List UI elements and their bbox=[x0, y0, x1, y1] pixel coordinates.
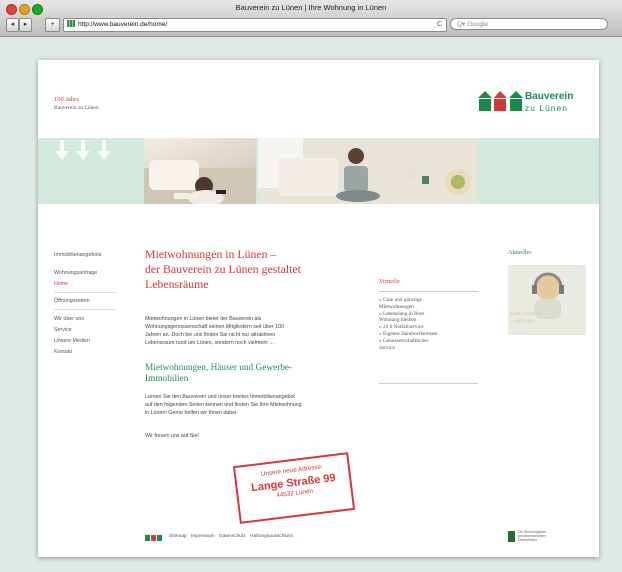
aktuelles-caption: Maß erzählen! » Infospots bbox=[510, 311, 542, 325]
intro-paragraph: Mietwohnungen in Lünen bietet der Bauver… bbox=[145, 315, 360, 347]
hero-image-woman-on-floor bbox=[258, 138, 478, 204]
body-paragraph: Lernen Sie den Bauverein und unser breit… bbox=[145, 393, 360, 417]
favicon-icon bbox=[67, 20, 75, 27]
woman-on-floor-illustration bbox=[258, 138, 478, 204]
cooperative-badge-icon bbox=[508, 531, 515, 542]
sidebar-item-home[interactable]: Home bbox=[54, 281, 68, 287]
down-arrows-icon bbox=[55, 140, 111, 160]
browser-chrome: Bauverein zu Lünen | Ihre Wohnung in Lün… bbox=[0, 0, 622, 37]
body-line: in Lünen! Gerne helfen wir Ihnen dabei. bbox=[145, 410, 238, 416]
logo-subtext: zu Lünen bbox=[525, 103, 568, 113]
footer-logo-icon bbox=[145, 535, 162, 541]
footer-link-datenschutz[interactable]: Datenschutz bbox=[219, 534, 246, 539]
vorteile-title: Vorteile bbox=[379, 278, 400, 285]
forward-arrow-icon: ▸ bbox=[23, 21, 28, 28]
page-title-line: Lebensräume bbox=[145, 277, 209, 291]
man-on-sofa-illustration bbox=[144, 160, 256, 204]
sidebar-item-immobilienangebote[interactable]: Immobilienangebote bbox=[54, 252, 102, 258]
badge-line: Deutschland bbox=[518, 537, 537, 542]
sidebar-item-unsere-medien[interactable]: Unsere Medien bbox=[54, 338, 90, 344]
vorteile-divider bbox=[379, 291, 478, 292]
section-heading-line: Mietwohnungen, Häuser und Gewerbe- bbox=[145, 363, 293, 373]
section-heading: Mietwohnungen, Häuser und Gewerbe- Immob… bbox=[145, 363, 292, 385]
vorteile-list: » Gute und günstige Mietwohnungen » Lebe… bbox=[379, 297, 478, 351]
sidebar-divider bbox=[54, 309, 116, 310]
closing-text: Wir freuen uns auf Sie! bbox=[145, 433, 199, 439]
sidebar-item-wir-ueber-uns[interactable]: Wir über uns bbox=[54, 316, 84, 322]
footer-link-impressum[interactable]: Impressum bbox=[191, 534, 215, 539]
body-line: auf den folgenden Seiten kennen und find… bbox=[145, 402, 302, 408]
intro-line: Wohnungsgenossenschaft seinen Mitglieder… bbox=[145, 324, 284, 330]
sidebar-item-oeffnungszeiten[interactable]: Öffnungszeiten bbox=[54, 298, 90, 304]
intro-line: Jahren an. Doch bei uns finden Sie nicht… bbox=[145, 332, 276, 338]
footer-links: Sitemap Impressum Datenschutz Haftungsau… bbox=[169, 534, 296, 539]
url-text: http://www.bauverein.de/home/ bbox=[78, 21, 168, 28]
vorteile-item[interactable]: » Gute und günstige bbox=[379, 297, 478, 304]
intro-line: Lebensraum rund um Lünen, sondern noch v… bbox=[145, 340, 274, 346]
vorteile-divider bbox=[379, 383, 478, 384]
cooperative-badge[interactable]: Die Wohnungsbau- genossenschaften Deutsc… bbox=[508, 530, 548, 544]
new-address-stamp: Unsere neue Adresse: Lange Straße 99 445… bbox=[232, 452, 356, 524]
window-title: Bauverein zu Lünen | Ihre Wohnung in Lün… bbox=[235, 3, 387, 12]
web-page: 100 Jahre Bauverein zu Lünen Bauverein z… bbox=[38, 60, 599, 557]
address-bar[interactable]: http://www.bauverein.de/home/ C bbox=[63, 18, 447, 32]
back-button[interactable]: ◂ bbox=[6, 18, 19, 32]
cooperative-badge-text: Die Wohnungsbau- genossenschaften Deutsc… bbox=[518, 530, 547, 542]
jubilee-subtitle: Bauverein zu Lünen bbox=[54, 105, 99, 111]
vorteile-item[interactable]: Mietwohnungen bbox=[379, 304, 478, 311]
back-arrow-icon: ◂ bbox=[10, 21, 15, 28]
body-line: Lernen Sie den Bauverein und unser breit… bbox=[145, 394, 295, 400]
vorteile-item[interactable]: » 24 h Notfallservice bbox=[379, 324, 478, 331]
aktuelles-teaser[interactable]: Maß erzählen! » Infospots bbox=[508, 265, 586, 335]
intro-line: Mietwohnungen in Lünen bietet der Bauver… bbox=[145, 316, 262, 322]
plus-icon: + bbox=[50, 21, 55, 28]
page-title-line: Mietwohnungen in Lünen – bbox=[145, 247, 277, 261]
vorteile-item[interactable]: » Eigenes Handwerkerteam bbox=[379, 331, 478, 338]
page-title-line: der Bauverein zu Lünen gestaltet bbox=[145, 262, 301, 276]
footer-link-sitemap[interactable]: Sitemap bbox=[169, 534, 187, 539]
bauverein-logo[interactable]: Bauverein zu Lünen bbox=[478, 84, 588, 116]
search-input[interactable]: Q▾ Google bbox=[450, 18, 608, 30]
sidebar-item-wohnungsanfrage[interactable]: Wohnungsanfrage bbox=[54, 270, 97, 276]
footer-link-haftungsausschluss[interactable]: Haftungsausschluss bbox=[250, 534, 293, 539]
sidebar-item-kontakt[interactable]: Kontakt bbox=[54, 349, 72, 355]
jubilee-title: 100 Jahre bbox=[54, 96, 80, 103]
infospots-link[interactable]: » Infospots bbox=[510, 318, 542, 325]
add-bookmark-button[interactable]: + bbox=[45, 18, 60, 32]
vorteile-item[interactable]: » Lebenslang in Ihrer bbox=[379, 311, 478, 318]
hero-image-man-on-sofa bbox=[144, 138, 256, 204]
vorteile-item[interactable]: Service bbox=[379, 345, 478, 352]
sidebar-divider bbox=[54, 292, 116, 293]
logo-text: Bauverein bbox=[525, 91, 574, 102]
sidebar-item-service[interactable]: Service bbox=[54, 327, 72, 333]
aktuelles-title: Aktuelles bbox=[508, 249, 532, 256]
reload-icon[interactable]: C bbox=[437, 19, 442, 31]
vorteile-item[interactable]: » Genossenschaftlicher bbox=[379, 338, 478, 345]
aktuelles-caption-line: Maß erzählen! bbox=[510, 311, 543, 317]
forward-button[interactable]: ▸ bbox=[19, 18, 32, 32]
page-title: Mietwohnungen in Lünen – der Bauverein z… bbox=[145, 247, 301, 292]
section-heading-line: Immobilien bbox=[145, 374, 189, 384]
houses-logo-icon bbox=[478, 91, 523, 111]
